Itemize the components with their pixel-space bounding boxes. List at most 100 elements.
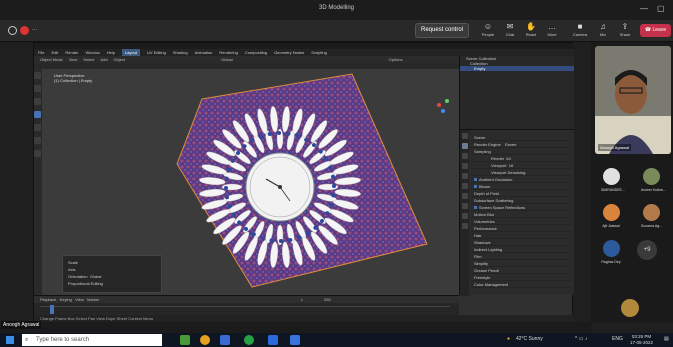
chrome-icon[interactable] <box>200 335 210 345</box>
request-control-button[interactable]: Request control <box>415 23 469 38</box>
section-freestyle[interactable]: Freestyle <box>471 274 571 281</box>
menu-view[interactable]: View <box>69 56 78 63</box>
section-motion-blur[interactable]: Motion Blur <box>471 211 571 218</box>
measure-tool-icon[interactable] <box>34 150 41 157</box>
section-bloom[interactable]: Bloom <box>471 183 571 190</box>
section-grease-pencil[interactable]: Grease Pencil <box>471 267 571 274</box>
timeline-marker-menu[interactable]: Marker <box>87 297 99 302</box>
3d-viewport[interactable]: User Perspective (1) Collection | Empty <box>42 69 460 295</box>
taskbar-search[interactable]: ⌕ Type here to search <box>22 334 162 346</box>
participant-tile[interactable]: Ajit Jaiswal <box>601 204 621 228</box>
app-icon[interactable] <box>290 335 300 345</box>
orientation-value[interactable]: Global <box>90 274 102 279</box>
render-tab-icon[interactable] <box>461 143 468 149</box>
more-options-dots[interactable]: ... <box>32 26 37 32</box>
sampling-render-row[interactable]: Render 64 <box>471 155 571 162</box>
tab-rendering[interactable]: Rendering <box>219 49 237 56</box>
section-film[interactable]: Film <box>471 253 571 260</box>
section-color-management[interactable]: Color Management <box>471 281 571 288</box>
transform-tool-icon[interactable] <box>34 124 41 131</box>
move-tool-icon[interactable] <box>34 98 41 105</box>
tab-animation[interactable]: Animation <box>195 49 213 56</box>
modifier-tab-icon[interactable] <box>461 203 468 209</box>
render-engine-row[interactable]: Render Engine Eevee <box>471 141 571 148</box>
data-tab-icon[interactable] <box>461 223 468 229</box>
self-video[interactable]: Anoogh Agrawal <box>595 46 671 154</box>
object-mode-select[interactable]: Object Mode <box>40 56 63 63</box>
checkbox-icon[interactable] <box>474 178 477 181</box>
camera-button[interactable]: ■ Camera <box>570 22 590 37</box>
section-simplify[interactable]: Simplify <box>471 260 571 267</box>
scale-tool-icon[interactable] <box>34 111 41 118</box>
outliner-empty[interactable]: Empty <box>460 66 574 71</box>
output-tab-icon[interactable] <box>461 153 468 159</box>
section-sss[interactable]: Subsurface Scattering <box>471 197 571 204</box>
mic-button[interactable]: ♫ Mic <box>593 22 613 37</box>
scene-tab-icon[interactable] <box>461 173 468 179</box>
participant-tile[interactable]: Suvarna Ag... <box>641 204 662 228</box>
windows-start-icon[interactable] <box>6 336 14 344</box>
menu-file[interactable]: File <box>38 49 44 56</box>
minimize-icon[interactable]: — <box>640 4 648 13</box>
tray-icons[interactable]: ^ ▭ ♪ <box>575 336 587 342</box>
tab-shading[interactable]: Shading <box>173 49 188 56</box>
tab-compositing[interactable]: Compositing <box>245 49 267 56</box>
timeline-playback-menu[interactable]: Playback <box>40 297 56 302</box>
cursor-tool-icon[interactable] <box>34 85 41 92</box>
tab-geometry-nodes[interactable]: Geometry Nodes <box>274 49 304 56</box>
last-operator-panel[interactable]: Scale Axis Orientation Global Proportion… <box>62 255 162 293</box>
leave-button[interactable]: ☎ Leave <box>640 24 671 37</box>
whatsapp-icon[interactable] <box>244 335 254 345</box>
tool-tab-icon[interactable] <box>461 133 468 139</box>
more-button[interactable]: … More <box>542 22 562 37</box>
react-button[interactable]: ✋ React <box>521 22 541 37</box>
view-layer-tab-icon[interactable] <box>461 163 468 169</box>
menu-select[interactable]: Select <box>83 56 94 63</box>
frame-end[interactable]: 250 <box>324 297 331 302</box>
checkbox-icon[interactable] <box>474 206 477 209</box>
tab-layout[interactable]: Layout <box>121 49 140 56</box>
menu-window[interactable]: Window <box>85 49 99 56</box>
menu-edit[interactable]: Edit <box>51 49 58 56</box>
more-participants-button[interactable]: +9 <box>637 240 657 260</box>
app-icon[interactable] <box>268 335 278 345</box>
transform-orientation-select[interactable]: Global <box>221 56 233 63</box>
share-button[interactable]: ⇪ Share <box>615 22 635 37</box>
notification-icon[interactable]: ▤ <box>664 336 669 342</box>
app-icon[interactable] <box>220 335 230 345</box>
section-performance[interactable]: Performance <box>471 225 571 232</box>
section-ssr[interactable]: Screen Space Reflections <box>471 204 571 211</box>
annotate-tool-icon[interactable] <box>34 137 41 144</box>
people-button[interactable]: ☺ People <box>478 22 498 37</box>
tab-scripting[interactable]: Scripting <box>311 49 327 56</box>
menu-help[interactable]: Help <box>107 49 115 56</box>
constraint-tab-icon[interactable] <box>461 213 468 219</box>
redo-row-proportional[interactable]: Proportional Editing <box>68 280 156 287</box>
taskbar-clock[interactable]: 03:26 PM 17-05-2022 <box>630 334 653 346</box>
playhead[interactable] <box>50 305 54 314</box>
world-tab-icon[interactable] <box>461 183 468 189</box>
maximize-icon[interactable]: ▢ <box>657 4 665 13</box>
select-tool-icon[interactable] <box>34 72 41 79</box>
menu-add[interactable]: Add <box>100 56 107 63</box>
section-hair[interactable]: Hair <box>471 232 571 239</box>
timeline-view-menu[interactable]: View <box>75 297 84 302</box>
section-indirect[interactable]: Indirect Lighting <box>471 246 571 253</box>
timeline-ruler[interactable] <box>40 306 450 312</box>
language-indicator[interactable]: ENG <box>612 336 623 342</box>
section-ao[interactable]: Ambient Occlusion <box>471 176 571 183</box>
section-dof[interactable]: Depth of Field <box>471 190 571 197</box>
section-volumetrics[interactable]: Volumetrics <box>471 218 571 225</box>
checkbox-icon[interactable] <box>474 185 477 188</box>
participant-tile[interactable]: SIMRANDEE... <box>601 168 625 192</box>
viewport-denoising-row[interactable]: Viewport Denoising <box>471 169 571 176</box>
tab-uv-editing[interactable]: UV Editing <box>147 49 166 56</box>
section-sampling[interactable]: Sampling <box>471 148 571 155</box>
options-menu[interactable]: Options <box>389 56 403 63</box>
menu-render[interactable]: Render <box>65 49 78 56</box>
timeline-keying-menu[interactable]: Keying <box>60 297 72 302</box>
participant-tile[interactable]: Raghav Dey <box>601 240 621 264</box>
weather-text[interactable]: 42°C Sunny <box>516 336 543 342</box>
section-shadows[interactable]: Shadows <box>471 239 571 246</box>
chat-button[interactable]: ✉ Chat <box>500 22 520 37</box>
